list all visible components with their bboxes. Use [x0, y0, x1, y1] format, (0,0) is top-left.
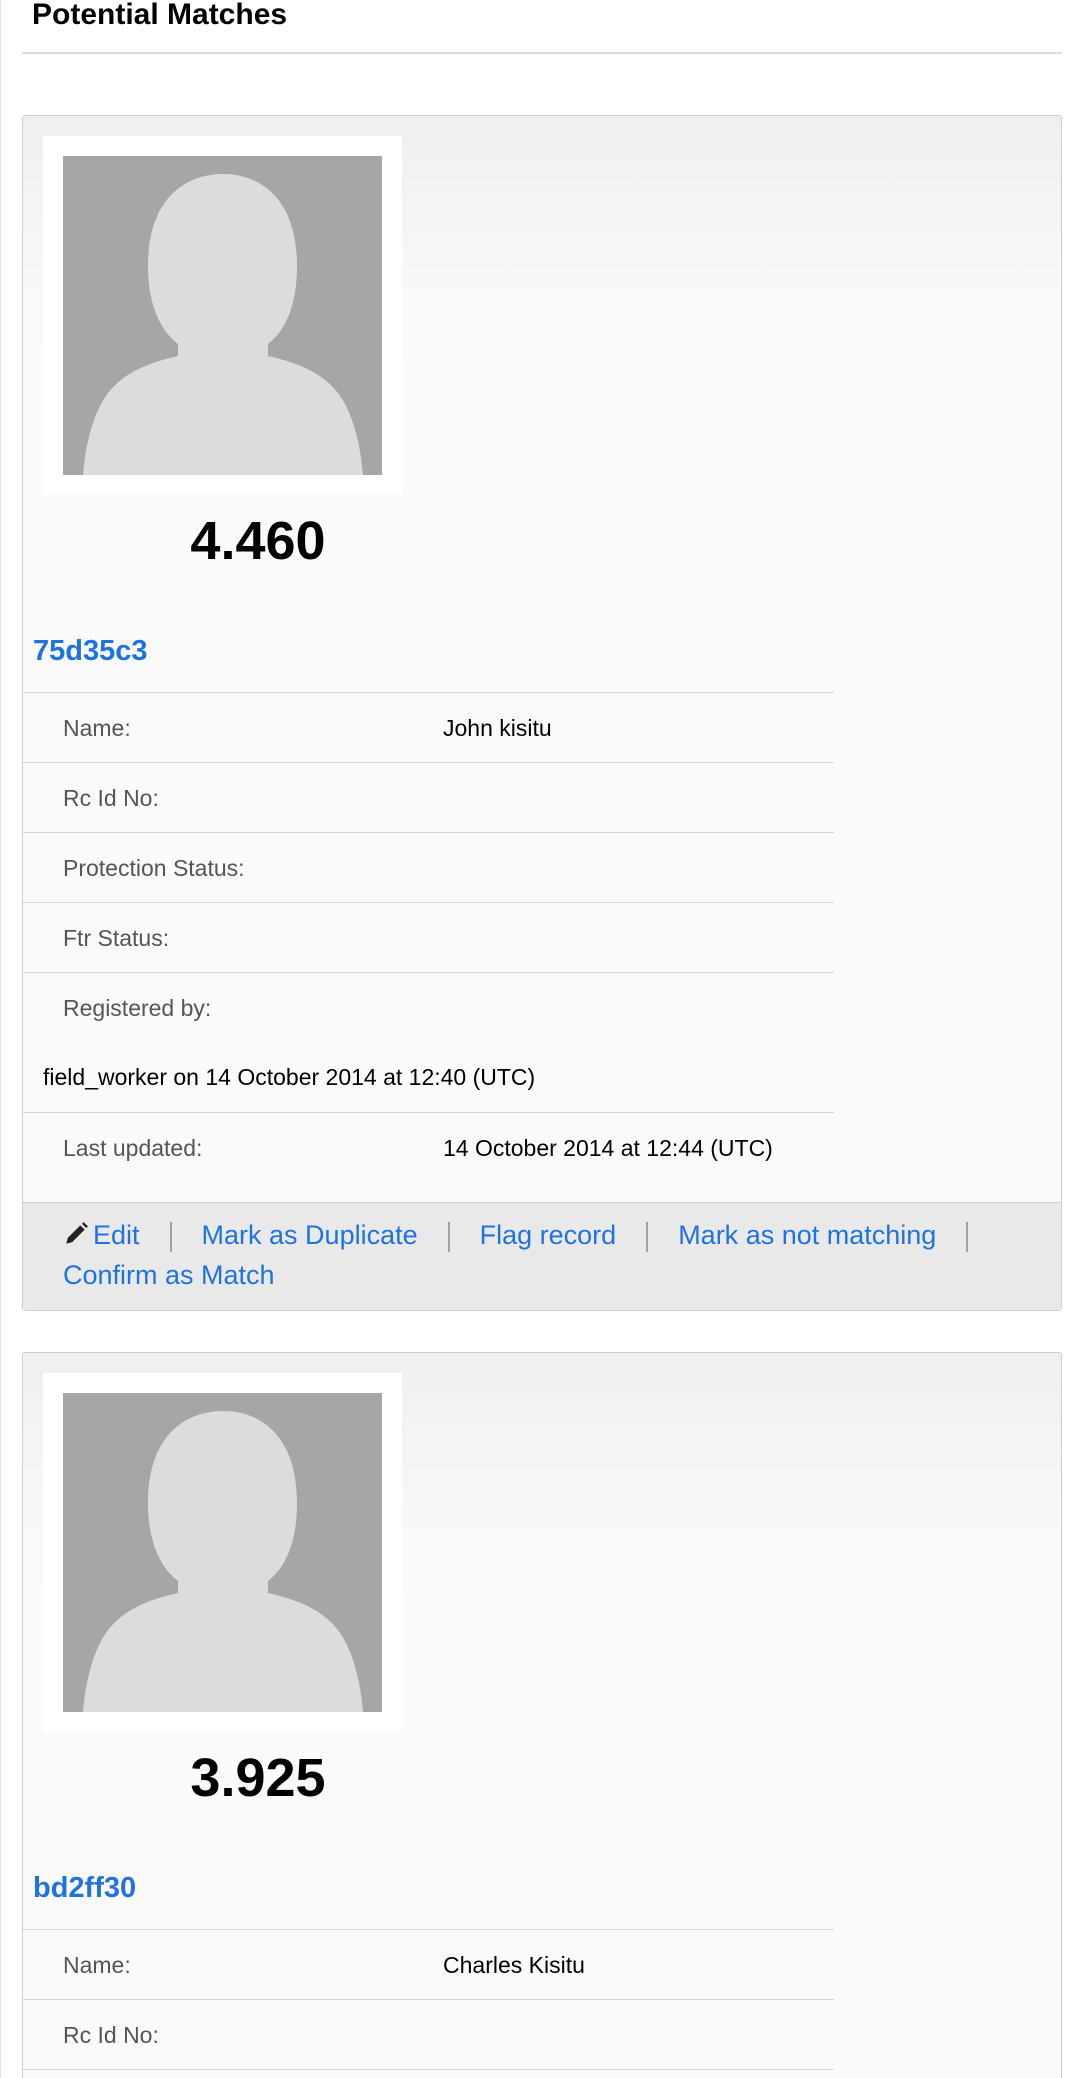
name-label: Name: — [63, 715, 131, 741]
person-silhouette-icon — [63, 1393, 382, 1712]
last-updated-label: Last updated: — [63, 1135, 203, 1161]
field-row-name: Name: John kisitu — [23, 692, 834, 762]
field-row-last-updated: Last updated: 14 October 2014 at 12:44 (… — [23, 1112, 834, 1182]
edit-link[interactable]: Edit — [63, 1220, 140, 1250]
field-row-registered-by: Registered by: — [23, 972, 834, 1042]
ftr-status-label: Ftr Status: — [63, 925, 170, 951]
section-title: Potential Matches — [32, 0, 288, 31]
field-row-rc-id: Rc Id No: — [23, 762, 834, 832]
protection-status-label: Protection Status: — [63, 855, 245, 881]
person-silhouette-icon — [63, 156, 382, 475]
match-card: 4.460 75d35c3 Name: John kisitu Rc Id No… — [22, 115, 1062, 1311]
photo-frame — [43, 1373, 402, 1732]
rc-id-label: Rc Id No: — [63, 785, 159, 811]
left-border — [0, 0, 1, 2078]
photo-frame — [43, 136, 402, 495]
field-row-name: Name: Charles Kisitu — [23, 1929, 834, 1999]
name-label: Name: — [63, 1952, 131, 1978]
record-fields: Name: John kisitu Rc Id No: Protection S… — [23, 692, 834, 1182]
match-card: 3.925 bd2ff30 Name: Charles Kisitu Rc Id… — [22, 1352, 1062, 2078]
flag-record-link[interactable]: Flag record — [480, 1220, 617, 1250]
name-value: John kisitu — [443, 715, 552, 741]
title-divider — [22, 52, 1062, 54]
mark-duplicate-link[interactable]: Mark as Duplicate — [202, 1220, 418, 1250]
action-separator — [447, 1221, 450, 1252]
record-id-link[interactable]: 75d35c3 — [33, 634, 148, 668]
match-score: 3.925 — [190, 1748, 326, 1808]
field-row-rc-id: Rc Id No: — [23, 1999, 834, 2069]
record-fields: Name: Charles Kisitu Rc Id No: — [23, 1929, 834, 2078]
registered-by-label: Registered by: — [63, 995, 212, 1021]
registered-by-value: field_worker on 14 October 2014 at 12:40… — [43, 1064, 536, 1090]
field-row-empty — [23, 2069, 834, 2078]
action-separator — [646, 1221, 649, 1252]
confirm-match-link[interactable]: Confirm as Match — [63, 1260, 275, 1290]
rc-id-label: Rc Id No: — [63, 2022, 159, 2048]
record-actions: Edit Mark as Duplicate Flag record Mark as … — [23, 1202, 1061, 1310]
name-value: Charles Kisitu — [443, 1952, 585, 1978]
field-row-protection-status: Protection Status: — [23, 832, 834, 902]
field-row-registered-value: field_worker on 14 October 2014 at 12:40… — [23, 1042, 834, 1112]
action-separator — [169, 1221, 172, 1252]
pencil-icon — [66, 1222, 88, 1244]
action-separator — [966, 1221, 969, 1252]
edit-label: Edit — [93, 1220, 140, 1250]
mark-not-matching-link[interactable]: Mark as not matching — [678, 1220, 936, 1250]
field-row-ftr-status: Ftr Status: — [23, 902, 834, 972]
record-id-link[interactable]: bd2ff30 — [33, 1871, 136, 1905]
match-score: 4.460 — [190, 511, 326, 571]
last-updated-value: 14 October 2014 at 12:44 (UTC) — [443, 1135, 773, 1161]
page: Potential Matches 4.460 75d35c3 Name: Jo… — [0, 0, 1074, 2078]
